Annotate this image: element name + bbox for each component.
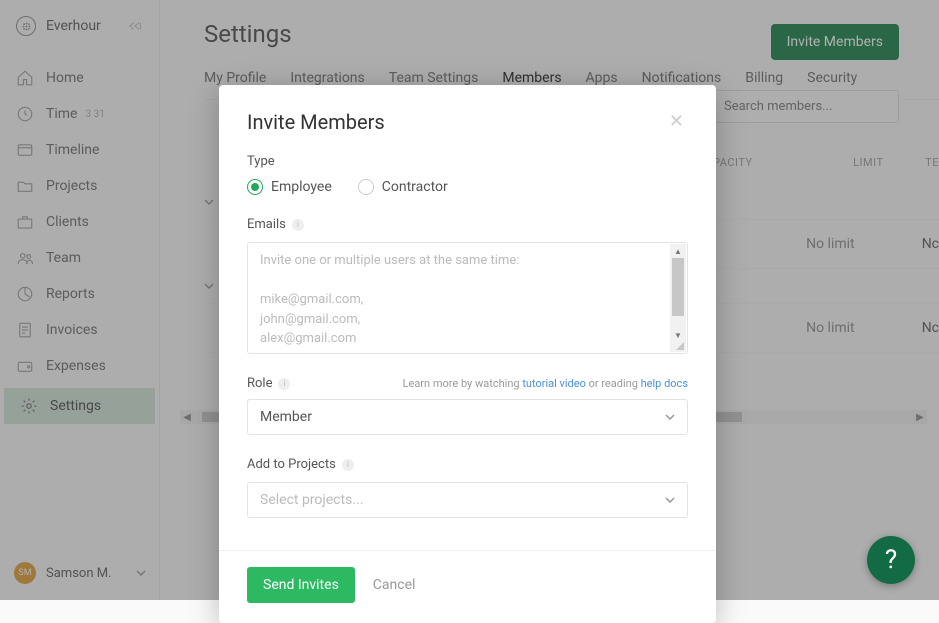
tutorial-video-link[interactable]: tutorial video bbox=[522, 377, 586, 390]
send-invites-button[interactable]: Send Invites bbox=[247, 567, 355, 603]
question-icon: ? bbox=[885, 545, 897, 575]
emails-label: Emails i bbox=[247, 217, 688, 232]
radio-icon bbox=[247, 179, 263, 195]
scroll-up-icon[interactable]: ▲ bbox=[670, 244, 686, 258]
scrollbar-thumb[interactable] bbox=[672, 258, 684, 316]
radio-employee[interactable]: Employee bbox=[247, 179, 332, 195]
type-options: Employee Contractor bbox=[247, 179, 688, 195]
role-help-text: Learn more by watching tutorial video or… bbox=[403, 377, 688, 390]
info-icon[interactable]: i bbox=[278, 378, 290, 390]
chevron-down-icon bbox=[665, 497, 675, 503]
select-value: Member bbox=[260, 409, 312, 425]
radio-contractor[interactable]: Contractor bbox=[358, 179, 448, 195]
projects-select[interactable]: Select projects... bbox=[247, 482, 688, 518]
radio-label: Contractor bbox=[382, 179, 448, 195]
select-placeholder: Select projects... bbox=[260, 492, 363, 508]
textarea-scrollbar[interactable]: ▲ ▼ bbox=[670, 244, 686, 352]
help-docs-link[interactable]: help docs bbox=[641, 377, 688, 390]
invite-modal: Invite Members ✕ Type Employee Contracto… bbox=[219, 85, 716, 623]
type-label: Type bbox=[247, 154, 688, 169]
close-icon[interactable]: ✕ bbox=[665, 107, 688, 136]
help-fab[interactable]: ? bbox=[867, 536, 915, 584]
radio-label: Employee bbox=[271, 179, 332, 195]
resize-grip-icon[interactable] bbox=[670, 342, 686, 352]
emails-field: Invite one or multiple users at the same… bbox=[247, 242, 688, 354]
radio-icon bbox=[358, 179, 374, 195]
chevron-down-icon bbox=[665, 414, 675, 420]
role-select[interactable]: Member bbox=[247, 399, 688, 435]
cancel-button[interactable]: Cancel bbox=[373, 577, 416, 593]
role-label: Role i bbox=[247, 376, 290, 391]
modal-title: Invite Members bbox=[247, 110, 385, 134]
scroll-down-icon[interactable]: ▼ bbox=[670, 328, 686, 342]
projects-label: Add to Projects i bbox=[247, 457, 688, 472]
emails-textarea[interactable] bbox=[248, 243, 687, 353]
info-icon[interactable]: i bbox=[292, 219, 304, 231]
info-icon[interactable]: i bbox=[342, 459, 354, 471]
